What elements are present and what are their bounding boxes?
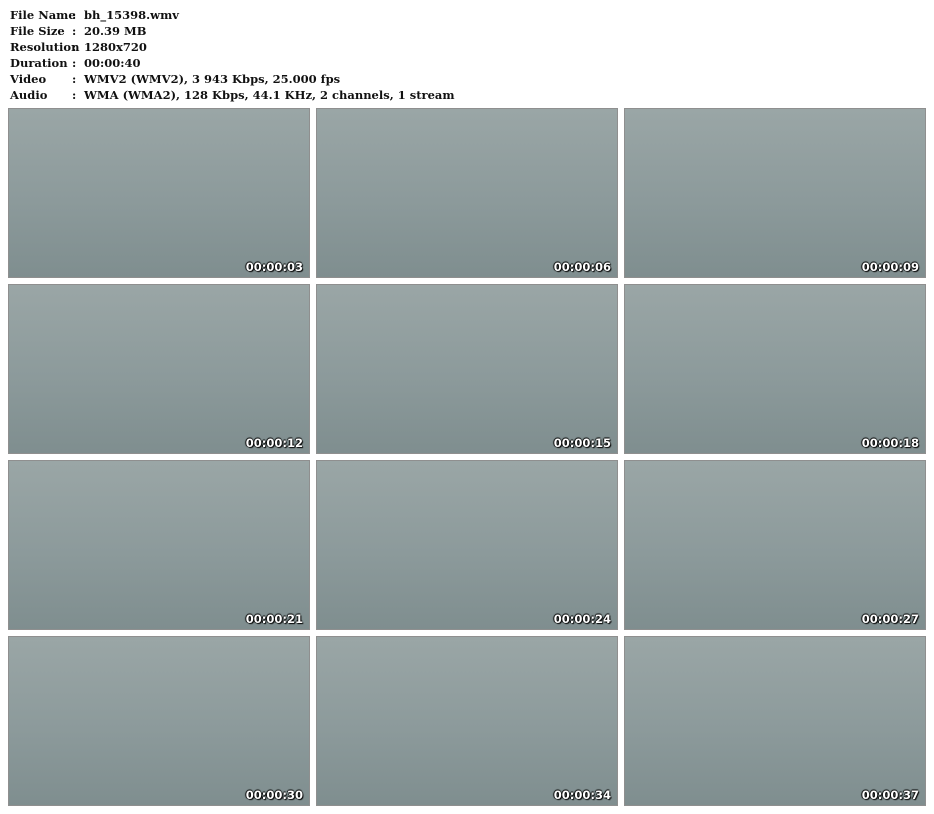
video-frame-thumbnail: 00:00:15 (316, 284, 618, 454)
video-frame-thumbnail: 00:00:12 (8, 284, 310, 454)
info-separator: : (72, 88, 77, 102)
info-key: Resolution (10, 40, 80, 54)
info-value: 00:00:40 (84, 56, 141, 70)
info-row-file-name: File Name : bh_15398.wmv (10, 7, 455, 23)
info-value: WMV2 (WMV2), 3 943 Kbps, 25.000 fps (84, 72, 341, 86)
frame-timestamp: 00:00:09 (861, 260, 919, 274)
frame-timestamp: 00:00:24 (553, 612, 611, 626)
info-key: Audio (10, 88, 48, 102)
info-value: 20.39 MB (84, 24, 147, 38)
frame-timestamp: 00:00:06 (553, 260, 611, 274)
info-value: WMA (WMA2), 128 Kbps, 44.1 KHz, 2 channe… (84, 88, 455, 102)
frame-timestamp: 00:00:12 (245, 436, 303, 450)
video-frame-thumbnail: 00:00:09 (624, 108, 926, 278)
info-row-video: Video : WMV2 (WMV2), 3 943 Kbps, 25.000 … (10, 71, 455, 87)
video-frame-thumbnail: 00:00:37 (624, 636, 926, 806)
info-row-audio: Audio : WMA (WMA2), 128 Kbps, 44.1 KHz, … (10, 87, 455, 103)
info-row-resolution: Resolution : 1280x720 (10, 39, 455, 55)
frame-timestamp: 00:00:03 (245, 260, 303, 274)
video-frame-thumbnail: 00:00:06 (316, 108, 618, 278)
video-frame-thumbnail: 00:00:27 (624, 460, 926, 630)
frame-timestamp: 00:00:37 (861, 788, 919, 802)
frame-timestamp: 00:00:21 (245, 612, 303, 626)
info-row-duration: Duration : 00:00:40 (10, 55, 455, 71)
frame-timestamp: 00:00:18 (861, 436, 919, 450)
info-value: bh_15398.wmv (84, 8, 179, 22)
frame-timestamp: 00:00:30 (245, 788, 303, 802)
info-key: File Size (10, 24, 65, 38)
thumbnail-grid: 00:00:03 00:00:06 00:00:09 00:00:12 00:0… (8, 108, 926, 806)
info-separator: : (72, 56, 77, 70)
video-frame-thumbnail: 00:00:21 (8, 460, 310, 630)
file-info-panel: File Name : bh_15398.wmv File Size : 20.… (10, 7, 455, 103)
frame-timestamp: 00:00:27 (861, 612, 919, 626)
info-row-file-size: File Size : 20.39 MB (10, 23, 455, 39)
video-frame-thumbnail: 00:00:03 (8, 108, 310, 278)
video-frame-thumbnail: 00:00:24 (316, 460, 618, 630)
info-key: File Name (10, 8, 76, 22)
info-key: Duration (10, 56, 68, 70)
video-frame-thumbnail: 00:00:30 (8, 636, 310, 806)
info-separator: : (72, 24, 77, 38)
info-value: 1280x720 (84, 40, 147, 54)
frame-timestamp: 00:00:15 (553, 436, 611, 450)
info-separator: : (72, 8, 77, 22)
frame-timestamp: 00:00:34 (553, 788, 611, 802)
info-separator: : (72, 40, 77, 54)
video-frame-thumbnail: 00:00:34 (316, 636, 618, 806)
info-key: Video (10, 72, 47, 86)
video-frame-thumbnail: 00:00:18 (624, 284, 926, 454)
info-separator: : (72, 72, 77, 86)
